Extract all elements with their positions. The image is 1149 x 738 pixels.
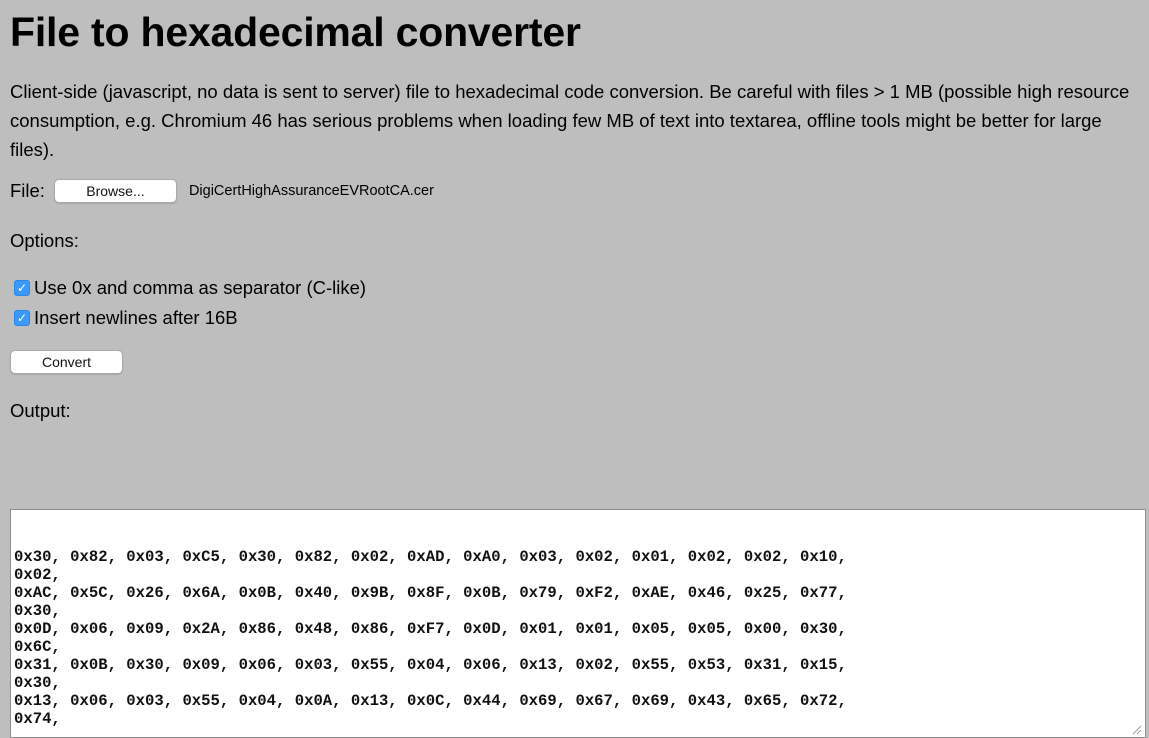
newlines-label: Insert newlines after 16B [34,307,238,328]
convert-row: Convert [10,350,1149,376]
option-newlines[interactable]: ✓ Insert newlines after 16B [10,303,1149,333]
output-label: Output: [10,400,71,421]
resize-grip-icon[interactable] [1130,723,1142,735]
browse-button[interactable]: Browse... [53,179,177,203]
option-c-like-separator[interactable]: ✓ Use 0x and comma as separator (C-like) [10,273,1149,303]
convert-button[interactable]: Convert [10,350,123,374]
newlines-checkbox[interactable]: ✓ [14,310,30,326]
file-label: File: [10,180,45,201]
c-like-separator-label: Use 0x and comma as separator (C-like) [34,277,367,298]
options-label: Options: [10,230,79,251]
output-textarea[interactable]: 0x30, 0x82, 0x03, 0xC5, 0x30, 0x82, 0x02… [10,509,1146,738]
output-text: 0x30, 0x82, 0x03, 0xC5, 0x30, 0x82, 0x02… [14,548,847,728]
page-description: Client-side (javascript, no data is sent… [10,81,1130,160]
page: File to hexadecimal converter Client-sid… [0,0,1149,738]
page-title: File to hexadecimal converter [10,9,581,55]
file-row: File: Browse... DigiCertHighAssuranceEVR… [10,177,1149,205]
c-like-separator-checkbox[interactable]: ✓ [14,280,30,296]
selected-file-name: DigiCertHighAssuranceEVRootCA.cer [188,183,434,199]
